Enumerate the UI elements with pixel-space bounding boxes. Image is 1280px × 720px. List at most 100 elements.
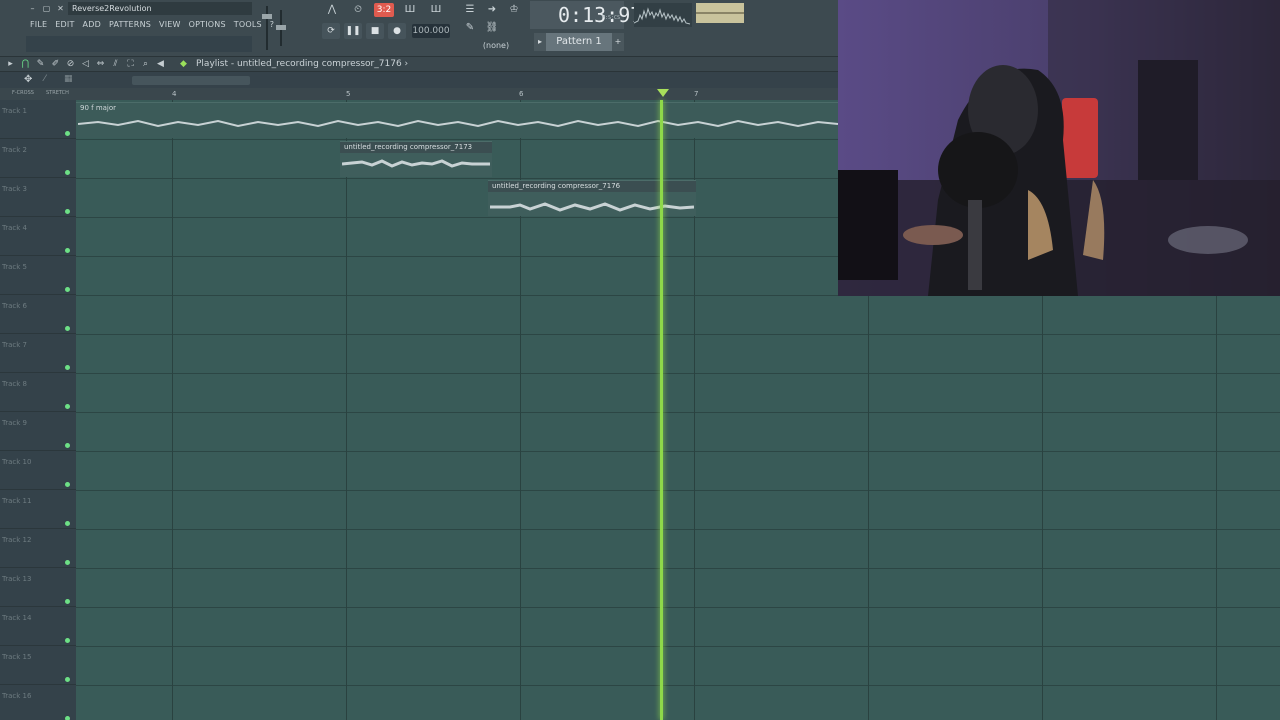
clip-waveform	[490, 202, 694, 212]
record-button[interactable]: ●	[388, 23, 406, 39]
audio-clip[interactable]: untitled_recording compressor_7173	[340, 141, 492, 177]
metronome-icon[interactable]: ⋀	[322, 3, 342, 17]
minimize-icon[interactable]: –	[27, 3, 38, 14]
draw-tool-icon[interactable]: ✎	[34, 57, 47, 72]
menu-view[interactable]: VIEW	[155, 18, 185, 32]
track-mute-led[interactable]	[65, 209, 70, 214]
track-header[interactable]: Track 3	[0, 178, 76, 217]
track-header[interactable]: Track 16	[0, 685, 76, 720]
select-tool-icon[interactable]: ⛶	[124, 57, 137, 72]
tempo-display[interactable]: 100.000	[412, 24, 450, 38]
track-header[interactable]: Track 11	[0, 490, 76, 529]
track-header[interactable]: Track 9	[0, 412, 76, 451]
track-mute-led[interactable]	[65, 443, 70, 448]
mute-tool-icon[interactable]: ◁	[79, 57, 92, 72]
grid-icon[interactable]: ▦	[64, 74, 73, 84]
playback-tool-icon[interactable]: ◀	[154, 57, 167, 72]
zoom-tool-icon[interactable]: ⌕	[139, 57, 152, 72]
zoom-slider-icon[interactable]: ⁄	[44, 74, 46, 84]
track-mute-led[interactable]	[65, 638, 70, 643]
track-label: Track 2	[2, 146, 27, 154]
playlist-menu-icon[interactable]: ▸	[4, 57, 17, 72]
keyboard-icon[interactable]: ☰	[460, 3, 480, 17]
snap-value-button[interactable]: 3:2	[374, 3, 394, 17]
stop-button[interactable]: ■	[366, 23, 384, 39]
track-header[interactable]: Track 1	[0, 100, 76, 139]
playlist-tools: ▸ ⋂ ✎ ✐ ⊘ ◁ ⇔ ⫽ ⛶ ⌕ ◀ ◆	[4, 57, 190, 72]
track-mute-led[interactable]	[65, 404, 70, 409]
pattern-name[interactable]: Pattern 1	[546, 33, 612, 51]
track-mute-led[interactable]	[65, 677, 70, 682]
delete-tool-icon[interactable]: ⊘	[64, 57, 77, 72]
pattern-prev-icon[interactable]: ▸	[534, 33, 546, 51]
move-icon[interactable]: ✥	[24, 74, 32, 85]
playlist-arrows-icon[interactable]: ◆	[177, 57, 190, 72]
track-header[interactable]: Track 13	[0, 568, 76, 607]
blend-notes-icon[interactable]: Ш	[400, 3, 420, 17]
track-mute-led[interactable]	[65, 248, 70, 253]
clip-waveform	[78, 119, 838, 128]
menu-patterns[interactable]: PATTERNS	[105, 18, 155, 32]
track-mute-led[interactable]	[65, 482, 70, 487]
song-time-display[interactable]: 0:13:97 M:S:CS	[530, 1, 642, 29]
wait-icon[interactable]: ⏲	[348, 3, 368, 17]
clip-title: 90 f major	[80, 104, 117, 112]
pause-button[interactable]: ❚❚	[344, 23, 362, 39]
track-label: Track 7	[2, 341, 27, 349]
track-label: Track 13	[2, 575, 32, 583]
menu-options[interactable]: OPTIONS	[185, 18, 230, 32]
menu-tools[interactable]: TOOLS	[230, 18, 266, 32]
track-header[interactable]: Track 6	[0, 295, 76, 334]
track-headers: Track 1 Track 2 Track 3 Track 4 Track 5 …	[0, 100, 76, 720]
playlist-header: ▸ ⋂ ✎ ✐ ⊘ ◁ ⇔ ⫽ ⛶ ⌕ ◀ ◆ Playlist - untit…	[0, 57, 838, 72]
menu-file[interactable]: FILE	[26, 18, 51, 32]
track-header[interactable]: Track 7	[0, 334, 76, 373]
track-mute-led[interactable]	[65, 521, 70, 526]
pattern-selector[interactable]: ▸ Pattern 1 +	[534, 33, 624, 51]
track-header[interactable]: Track 8	[0, 373, 76, 412]
timeline-ruler[interactable]: F-CROSS STRETCH 4 5 6 7	[0, 88, 838, 100]
track-mute-led[interactable]	[65, 560, 70, 565]
track-header[interactable]: Track 4	[0, 217, 76, 256]
playhead-line[interactable]	[660, 100, 663, 720]
track-mute-led[interactable]	[65, 365, 70, 370]
webcam-feed	[838, 0, 1280, 296]
track-mute-led[interactable]	[65, 287, 70, 292]
maximize-icon[interactable]: ▢	[41, 3, 52, 14]
mixer-icon[interactable]: ♔	[504, 3, 524, 17]
track-mute-led[interactable]	[65, 131, 70, 136]
audio-clip[interactable]: 90 f major	[76, 102, 838, 138]
slice-tool-icon[interactable]: ⫽	[109, 57, 122, 72]
track-label: Track 11	[2, 497, 32, 505]
loop-record-icon[interactable]: Ш	[426, 3, 446, 17]
track-header[interactable]: Track 14	[0, 607, 76, 646]
pattern-selector-none[interactable]: (none)	[478, 40, 514, 52]
slip-tool-icon[interactable]: ⇔	[94, 57, 107, 72]
track-mute-led[interactable]	[65, 170, 70, 175]
track-header[interactable]: Track 15	[0, 646, 76, 685]
playhead-marker-icon[interactable]	[657, 89, 669, 97]
magnet-snap-icon[interactable]: ⋂	[19, 57, 32, 72]
track-mute-led[interactable]	[65, 599, 70, 604]
paint-tool-icon[interactable]: ✐	[49, 57, 62, 72]
menu-bar: FILE EDIT ADD PATTERNS VIEW OPTIONS TOOL…	[26, 18, 278, 32]
menu-edit[interactable]: EDIT	[51, 18, 78, 32]
pattern-add-icon[interactable]: +	[612, 33, 624, 51]
link-icon[interactable]: ⛓	[482, 21, 502, 35]
master-pitch-slider[interactable]	[276, 10, 286, 46]
track-header[interactable]: Track 2	[0, 139, 76, 178]
track-mute-led[interactable]	[65, 326, 70, 331]
pencil-icon[interactable]: ✎	[460, 21, 480, 35]
track-header[interactable]: Track 5	[0, 256, 76, 295]
menu-add[interactable]: ADD	[79, 18, 105, 32]
track-header[interactable]: Track 10	[0, 451, 76, 490]
track-label: Track 10	[2, 458, 32, 466]
arrow-right-icon[interactable]: ➜	[482, 3, 502, 17]
master-volume-slider[interactable]	[262, 6, 272, 50]
track-mute-led[interactable]	[65, 716, 70, 720]
track-header[interactable]: Track 12	[0, 529, 76, 568]
audio-clip[interactable]: untitled_recording compressor_7176	[488, 180, 696, 216]
loop-toggle-button[interactable]: ⟳	[322, 23, 340, 39]
horizontal-scrollbar[interactable]	[132, 76, 250, 85]
close-icon[interactable]: ✕	[55, 3, 66, 14]
